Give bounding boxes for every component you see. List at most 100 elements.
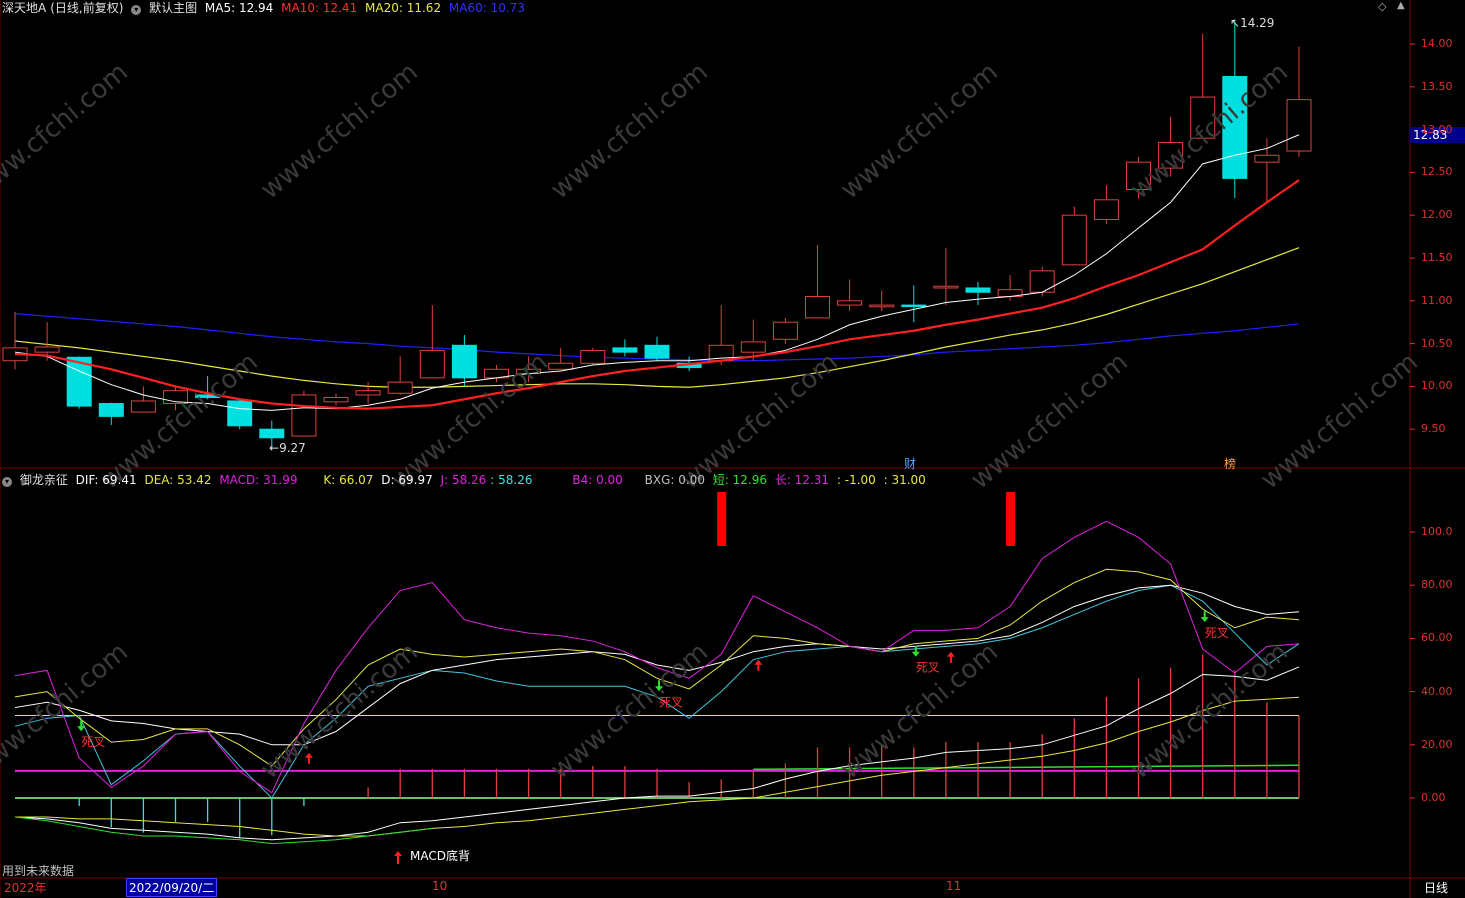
dif-label: DIF: 69.41 [75,473,137,487]
candle-body[interactable] [869,304,895,308]
candle-body[interactable] [1061,214,1087,266]
price-tick-label: 10.00 [1421,379,1453,393]
high-price-marker: ↖14.29 [1230,16,1275,30]
macd-divergence-label: MACD底背 [410,849,470,863]
price-tick-label: 10.50 [1421,336,1453,350]
price-tick-label: 9.50 [1421,422,1446,436]
candle-body[interactable] [612,347,638,353]
scroll-up-icon[interactable]: ▲ [1397,0,1405,11]
candle-body[interactable] [580,349,606,364]
watermark-text: www.cfchi.com [835,57,1004,205]
green-trend-line [14,816,433,845]
candle-body[interactable] [419,349,445,379]
watermark-text: www.cfchi.com [0,637,134,785]
candle-body[interactable] [837,300,863,306]
extra1-label: : -1.00 [836,473,876,487]
candle-body[interactable] [1029,270,1055,293]
sell-arrow-icon [911,645,920,657]
low-price-value: 9.27 [279,441,306,455]
stock-name[interactable]: 深天地A [2,1,46,15]
indicator-header: ▾ 御龙亲征 DIF: 69.41 DEA: 53.42 MACD: 31.99… [2,471,930,488]
indicator-tick-label: 60.00 [1421,631,1453,645]
dead-cross-label: 死叉 [1205,626,1229,640]
watermark-text: www.cfchi.com [545,637,714,785]
short-label: 短: 12.96 [712,473,767,487]
time-axis-oct: 10 [432,879,448,893]
candle-body[interactable] [291,394,317,437]
candle-body[interactable] [772,321,798,340]
chart-period: (日线,前复权) [50,1,124,15]
k-label: K: 66.07 [323,473,374,487]
ma20-label: MA20: 11.62 [365,1,442,15]
candle-body[interactable] [227,400,253,427]
candle-body[interactable] [805,296,830,319]
indicator-name[interactable]: 御龙亲征 [20,473,68,487]
d-label: D: 69.97 [381,473,433,487]
candle-body[interactable] [259,428,285,439]
low-price-marker: ←9.27 [269,441,306,455]
price-tick-label: 11.00 [1421,293,1453,307]
watermark-text: www.cfchi.com [0,57,134,205]
high-price-value: 14.29 [1240,16,1275,30]
extra2-label: : 31.00 [883,473,926,487]
financial-report-marker[interactable]: 财 [904,455,916,472]
ma60-label: MA60: 10.73 [448,1,525,15]
divergence-arrow-icon [394,851,402,864]
stock-chart-canvas[interactable]: 死叉死叉死叉死叉www.cfchi.com www.cfchi.com www.cf… [0,0,1465,898]
j-label: J: 58.26 [440,473,487,487]
time-axis-year: 2022年 [4,881,47,895]
indicator-tick-label: 0.00 [1421,791,1446,804]
dead-cross-label: 死叉 [916,661,940,675]
j2-label: : 58.26 [490,473,533,487]
signal-bar [1006,492,1016,546]
ranking-marker[interactable]: 榜 [1224,455,1236,472]
ma10-label: MA10: 12.41 [281,1,358,15]
candle-body[interactable] [1286,99,1312,152]
candle-body[interactable] [98,403,124,417]
indicator-tick-label: 20.00 [1421,737,1453,751]
candle-body[interactable] [34,346,60,353]
buy-arrow-icon [754,659,763,671]
time-axis-nov: 11 [946,879,962,893]
dead-cross-label: 死叉 [81,735,105,749]
indicator-tick-label: 100.0 [1421,525,1453,538]
watermark-text: www.cfchi.com [1125,637,1294,785]
long-label: 长: 12.31 [774,473,830,487]
candle-body[interactable] [901,304,927,308]
indicator-dropdown-icon[interactable]: ▾ [2,477,12,487]
candle-body[interactable] [644,344,670,359]
watermark-text: www.cfchi.com [1125,57,1294,205]
time-cursor-date: 2022/09/20/二 [126,878,218,897]
price-tick-label: 12.50 [1421,165,1453,179]
candle-body[interactable] [933,285,959,289]
candle-body[interactable] [451,344,477,379]
dea-label: DEA: 53.42 [144,473,212,487]
template-dropdown-icon[interactable]: ▾ [131,5,142,15]
watermark-text: www.cfchi.com [255,637,424,785]
price-tick-label: 11.50 [1421,251,1453,264]
candle-body[interactable] [387,381,413,394]
signal-bar [717,492,727,546]
watermark-text: www.cfchi.com [255,57,424,205]
price-tick-label: 14.00 [1421,37,1453,50]
macd-label: MACD: 31.99 [219,473,298,487]
bxg-label: BXG: 0.00 [644,473,705,487]
price-tick-label: 13.50 [1421,79,1453,93]
period-button[interactable]: 日线 [1424,879,1448,896]
template-name[interactable]: 默认主图 [149,1,197,15]
candle-body[interactable] [1254,154,1280,163]
candle-body[interactable] [130,400,156,413]
candle-body[interactable] [965,287,991,293]
future-data-note: 用到未来数据 [2,864,75,878]
candle-body[interactable] [1093,199,1119,220]
indicator-tick-label: 80.00 [1421,578,1453,592]
watermark-text: www.cfchi.com [1255,347,1424,495]
ma5-label: MA5: 12.94 [204,1,274,15]
watermark-text: www.cfchi.com [545,57,714,205]
diamond-icon[interactable]: ◇ [1378,0,1386,13]
watermark-text: www.cfchi.com [965,347,1134,495]
candle-body[interactable] [740,341,766,353]
candle-body[interactable] [323,397,349,403]
candle-body[interactable] [355,390,381,396]
b4-label: B4: 0.00 [572,473,623,487]
